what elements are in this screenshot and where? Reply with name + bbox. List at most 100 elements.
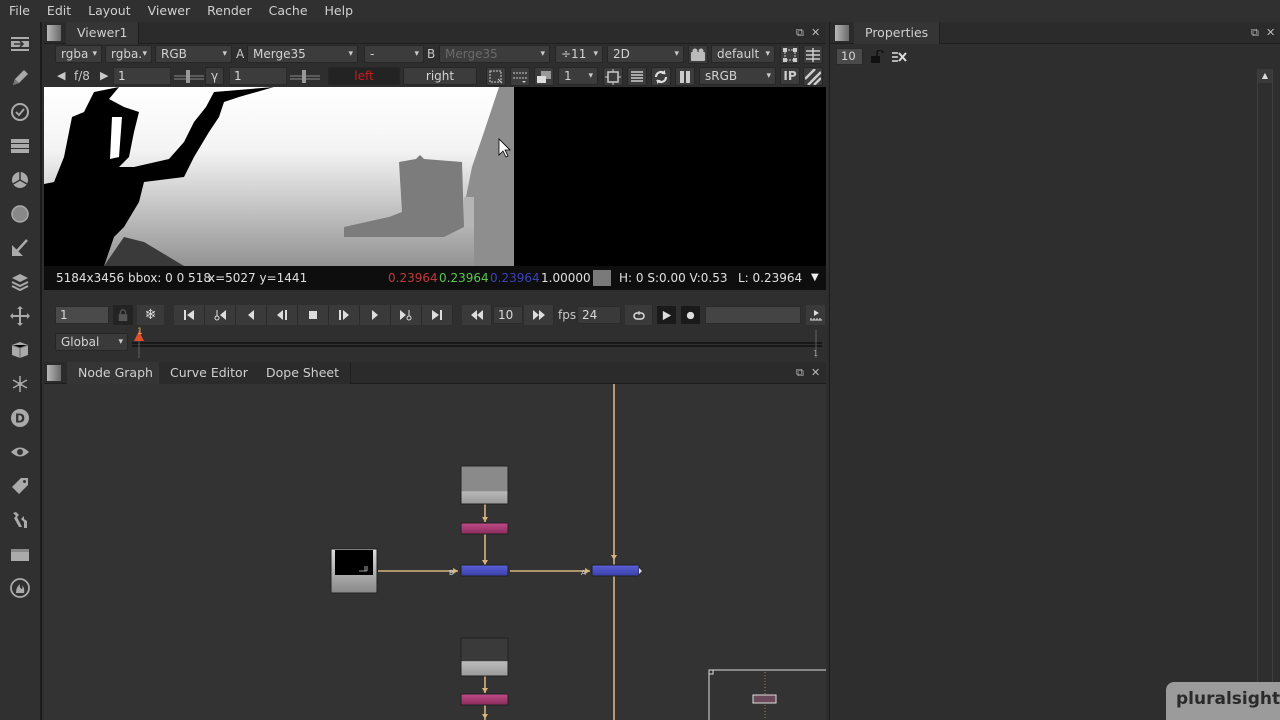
properties-scrollbar[interactable]: ▲ [1257,69,1273,720]
transform-icon[interactable] [7,303,33,329]
timeline-slider[interactable] [132,330,822,358]
panel-grip[interactable] [835,25,849,41]
merge-icon[interactable] [7,269,33,295]
proxy-level-dropdown[interactable]: 1 [558,67,598,85]
channel-layer-dropdown[interactable]: rgba. [105,45,152,63]
input-a-dropdown[interactable]: Merge35 [247,45,358,63]
views-icon[interactable] [7,439,33,465]
menu-help[interactable]: Help [316,0,362,22]
menu-viewer[interactable]: Viewer [139,0,199,22]
gain-slider[interactable] [174,69,204,84]
deep-icon[interactable]: D [7,405,33,431]
menu-cache[interactable]: Cache [260,0,316,22]
flipbook-icon[interactable] [657,306,676,324]
color-icon[interactable] [7,167,33,193]
stripes-icon[interactable] [803,67,823,86]
colorspace-dropdown[interactable]: sRGB [699,67,776,85]
tab-viewer1[interactable]: Viewer1 [66,22,140,44]
timeline-range-dropdown[interactable]: Global [55,333,128,351]
refresh-icon[interactable] [651,67,671,86]
channels-dropdown[interactable]: rgba [55,45,102,63]
metadata-icon[interactable] [7,473,33,499]
next-keyframe-button[interactable] [391,305,422,325]
left-view-button[interactable]: left [328,67,400,85]
menu-render[interactable]: Render [198,0,260,22]
downscale-dropdown[interactable]: ÷11 [555,45,603,63]
keyer-icon[interactable] [7,235,33,261]
viewer-canvas[interactable] [44,87,826,266]
camera-icon[interactable] [688,45,708,64]
tab-node-graph[interactable]: Node Graph [67,362,165,384]
tab-curve-editor[interactable]: Curve Editor [159,362,260,384]
gamma-field[interactable]: 1 [229,67,287,85]
prev-frame-button[interactable] [236,305,267,325]
lines-icon[interactable] [627,67,647,86]
3d-icon[interactable] [7,337,33,363]
input-process-button[interactable]: IP [780,67,800,85]
pause-icon[interactable] [675,67,695,86]
input-b-dropdown[interactable]: Merge35 [439,45,550,63]
panel-grip[interactable] [47,365,61,381]
menu-file[interactable]: File [0,0,38,22]
float-panel-icon[interactable]: ⧉ [796,366,804,380]
furnace-icon[interactable] [7,575,33,601]
stop-button[interactable] [298,305,329,325]
float-panel-icon[interactable]: ⧉ [1251,26,1259,40]
loop-mode-button[interactable] [625,305,653,325]
fstop-increase-icon[interactable]: ▶ [100,67,108,85]
skip-back-button[interactable] [462,305,492,325]
guides-icon[interactable] [510,67,530,86]
current-frame-field[interactable]: 1 [55,306,109,324]
wipe-icon[interactable] [534,67,554,86]
draw-icon[interactable] [7,65,33,91]
lock-properties-icon[interactable] [870,49,884,64]
other-icon[interactable] [7,541,33,567]
particles-icon[interactable] [7,371,33,397]
node-graph-canvas[interactable]: B A [44,384,826,720]
gamma-label[interactable]: γ [205,67,224,85]
lock-icon[interactable] [113,305,133,325]
right-view-button[interactable]: right [403,67,477,85]
image-read-icon[interactable] [7,31,33,57]
skip-forward-button[interactable] [524,305,554,325]
close-panel-icon[interactable]: ✕ [811,366,820,379]
gain-field[interactable]: 1 [113,67,171,85]
fps-field[interactable]: 24 [577,306,621,324]
filter-icon[interactable] [7,201,33,227]
lut-dropdown[interactable]: default [711,45,775,63]
roi-icon[interactable] [780,45,800,64]
pause-update-icon[interactable] [603,67,623,86]
prev-keyframe-button[interactable] [205,305,236,325]
info-menu-arrow-icon[interactable]: ▼ [811,266,819,290]
fstop-decrease-icon[interactable]: ◀ [57,67,65,85]
timeline-settings-icon[interactable] [806,305,825,325]
display-channels-dropdown[interactable]: RGB [155,45,232,63]
float-panel-icon[interactable]: ⧉ [796,26,804,40]
menu-edit[interactable]: Edit [38,0,79,22]
play-backward-button[interactable] [267,305,298,325]
tab-properties[interactable]: Properties [854,22,941,44]
close-panel-icon[interactable]: ✕ [811,26,820,39]
compare-op-dropdown[interactable]: - [364,45,424,63]
record-icon[interactable] [681,306,700,324]
settings-lines-icon[interactable] [803,45,823,64]
freeze-icon[interactable]: ❄ [137,305,164,325]
frame-increment-field[interactable]: 10 [493,306,523,324]
last-frame-button[interactable] [422,305,453,325]
max-panels-field[interactable]: 10 [836,48,863,65]
next-frame-button[interactable] [360,305,391,325]
channel-icon[interactable] [7,133,33,159]
close-panel-icon[interactable]: ✕ [1266,26,1275,39]
menu-layout[interactable]: Layout [79,0,139,22]
play-forward-button[interactable] [329,305,360,325]
time-icon[interactable] [7,99,33,125]
clear-panels-icon[interactable] [891,50,907,64]
toolsets-icon[interactable] [7,507,33,533]
first-frame-button[interactable] [174,305,205,325]
region-select-icon[interactable] [486,67,506,86]
tab-dope-sheet[interactable]: Dope Sheet [255,362,352,384]
panel-grip[interactable] [47,25,61,41]
view-mode-dropdown[interactable]: 2D [607,45,684,63]
scroll-up-icon[interactable]: ▲ [1258,69,1272,83]
gamma-slider[interactable] [290,69,320,84]
